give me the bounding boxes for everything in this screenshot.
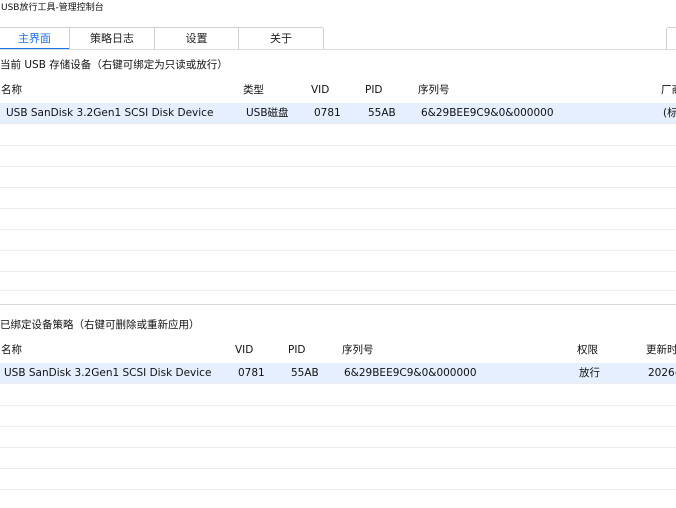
row-divider <box>0 250 676 251</box>
table-row[interactable]: USB SanDisk 3.2Gen1 SCSI Disk Device 078… <box>0 363 676 384</box>
policies-table-header: 名称 VID PID 序列号 权限 更新时间 <box>0 338 676 363</box>
cell-pid: 55AB <box>368 107 396 119</box>
tab-about[interactable]: 关于 <box>238 27 324 50</box>
cell-permission: 放行 <box>579 367 600 379</box>
row-divider <box>0 229 676 230</box>
row-divider <box>0 166 676 167</box>
cell-serial: 6&29BEE9C9&0&000000 <box>344 367 477 379</box>
col-updated[interactable]: 更新时间 <box>646 338 676 363</box>
col-vendor[interactable]: 厂商 <box>661 78 676 103</box>
tab-settings[interactable]: 设置 <box>154 27 239 50</box>
policies-section-title: 已绑定设备策略（右键可删除或重新应用） <box>0 319 200 331</box>
col-serial[interactable]: 序列号 <box>418 78 450 103</box>
tab-stub <box>666 27 676 50</box>
col-permission[interactable]: 权限 <box>577 338 598 363</box>
col-type[interactable]: 类型 <box>243 78 264 103</box>
row-divider <box>0 447 676 448</box>
row-divider <box>0 145 676 146</box>
cell-name: USB SanDisk 3.2Gen1 SCSI Disk Device <box>6 107 214 119</box>
row-divider <box>0 208 676 209</box>
row-divider <box>0 426 676 427</box>
cell-pid: 55AB <box>291 367 319 379</box>
window-title: USB放行工具-管理控制台 <box>1 3 104 13</box>
cell-type: USB磁盘 <box>246 107 289 119</box>
row-divider <box>0 271 676 272</box>
col-vid[interactable]: VID <box>235 338 253 363</box>
col-pid[interactable]: PID <box>365 78 383 103</box>
app-window: USB放行工具-管理控制台 主界面 策略日志 设置 关于 当前 USB 存储设备… <box>0 0 676 508</box>
tab-policy-log[interactable]: 策略日志 <box>69 27 155 50</box>
row-divider <box>0 468 676 469</box>
cell-serial: 6&29BEE9C9&0&000000 <box>421 107 554 119</box>
cell-updated: 2026- <box>648 367 676 379</box>
tab-divider <box>0 49 676 50</box>
col-name[interactable]: 名称 <box>1 338 22 363</box>
tab-main[interactable]: 主界面 <box>0 27 70 50</box>
col-vid[interactable]: VID <box>311 78 329 103</box>
cell-vid: 0781 <box>238 367 265 379</box>
cell-vendor: (标 <box>663 107 676 119</box>
row-divider <box>0 405 676 406</box>
pane-splitter[interactable] <box>0 304 676 305</box>
devices-table-header: 名称 类型 VID PID 序列号 厂商 <box>0 78 676 103</box>
table-row[interactable]: USB SanDisk 3.2Gen1 SCSI Disk Device USB… <box>0 103 676 124</box>
col-serial[interactable]: 序列号 <box>342 338 374 363</box>
col-name[interactable]: 名称 <box>1 78 22 103</box>
policies-table: 名称 VID PID 序列号 权限 更新时间 USB SanDisk 3.2Ge… <box>0 338 676 508</box>
devices-table: 名称 类型 VID PID 序列号 厂商 USB SanDisk 3.2Gen1… <box>0 78 676 302</box>
cell-vid: 0781 <box>314 107 341 119</box>
row-divider <box>0 290 676 291</box>
cell-name: USB SanDisk 3.2Gen1 SCSI Disk Device <box>4 367 212 379</box>
devices-section-title: 当前 USB 存储设备（右键可绑定为只读或放行） <box>0 59 228 71</box>
col-pid[interactable]: PID <box>288 338 306 363</box>
row-divider <box>0 187 676 188</box>
row-divider <box>0 489 676 490</box>
